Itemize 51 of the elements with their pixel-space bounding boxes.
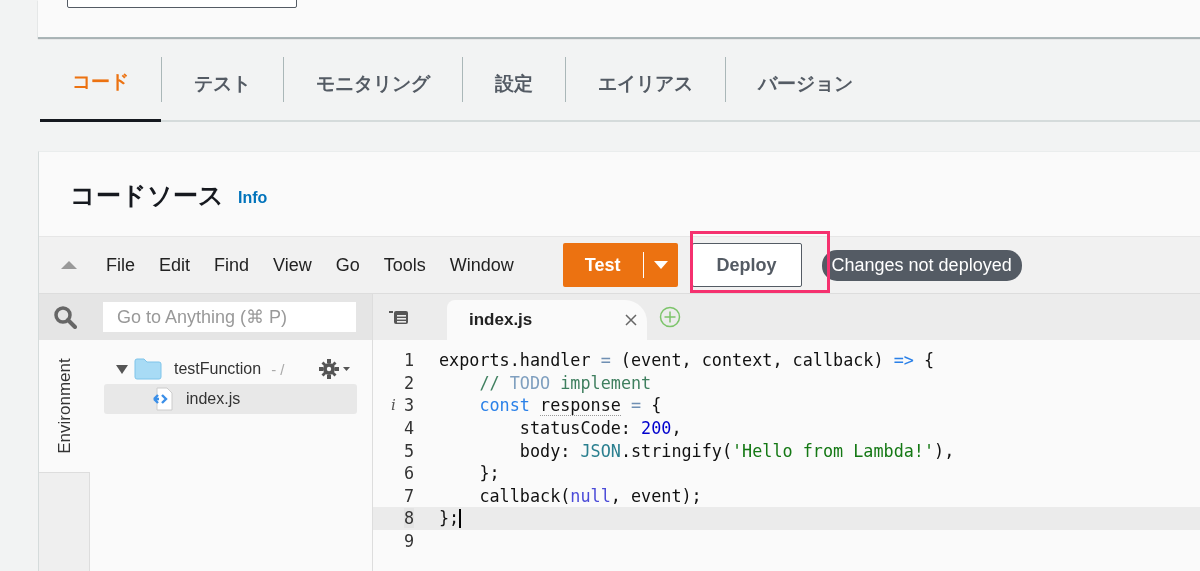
tree-item[interactable]: testFunction - / (104, 354, 357, 384)
code-line: const response = { (478, 394, 662, 417)
code-line: // TODO implement (478, 371, 652, 395)
code-line: callback(null, event); (478, 484, 702, 508)
caret-icon (653, 261, 668, 269)
line-number: 6 (403, 463, 414, 484)
line-number: 1 (403, 350, 414, 371)
tab[interactable]: バージョン (726, 45, 885, 122)
deploy-button[interactable]: Deploy (691, 243, 802, 287)
file-name: testFunction (174, 360, 262, 378)
dropdown-button[interactable] (642, 243, 678, 287)
tab[interactable]: テスト (162, 45, 283, 122)
file-name: index.js (186, 390, 241, 408)
line-number: 5 (403, 440, 414, 461)
code-line: }; (438, 507, 462, 530)
code-file-icon (152, 387, 174, 411)
menu-item[interactable]: Tools (371, 254, 438, 276)
path-hint: - / (271, 360, 285, 378)
code-line: }; (478, 462, 500, 485)
info-link[interactable]: Info (238, 189, 268, 207)
text-cursor (459, 508, 462, 528)
code-line: statusCode: 200, (518, 417, 682, 440)
search-field[interactable]: Go to Anything (⌘ P) (103, 302, 356, 332)
menu-item[interactable]: Window (437, 254, 526, 276)
status-badge: Changes not deployed (821, 249, 1022, 281)
tab[interactable]: 設定 (463, 45, 565, 122)
line-number: 7 (403, 485, 414, 506)
info-marker: i (391, 396, 396, 415)
expand-arrow-icon[interactable] (116, 364, 128, 374)
section-title: コードソース (70, 179, 224, 211)
menu-item[interactable]: View (261, 254, 324, 276)
gear-icon[interactable] (319, 359, 351, 379)
tab-list-icon[interactable] (389, 309, 409, 325)
menu-item[interactable]: Go (323, 254, 372, 276)
menu-item[interactable]: File (94, 254, 147, 276)
menu-item[interactable]: Edit (147, 254, 203, 276)
menu-item[interactable]: Find (202, 254, 262, 276)
folder-icon (134, 358, 162, 380)
tree-item[interactable]: index.js (104, 384, 357, 414)
code-line: body: JSON.stringify('Hello from Lambda!'), (518, 439, 955, 462)
editor-tab[interactable]: index.js (447, 300, 647, 340)
line-number: 9 (403, 531, 414, 552)
tab[interactable]: エイリアス (566, 45, 725, 122)
tab[interactable]: モニタリング (284, 45, 462, 122)
line-number: 8 (403, 508, 414, 529)
close-icon[interactable] (625, 314, 637, 326)
line-number: 4 (403, 418, 414, 439)
code-line: exports.handler = (event, context, callback) => { (438, 349, 935, 372)
line-number: 3 (403, 395, 414, 416)
search-icon[interactable] (53, 305, 77, 329)
line-number: 2 (403, 372, 414, 393)
